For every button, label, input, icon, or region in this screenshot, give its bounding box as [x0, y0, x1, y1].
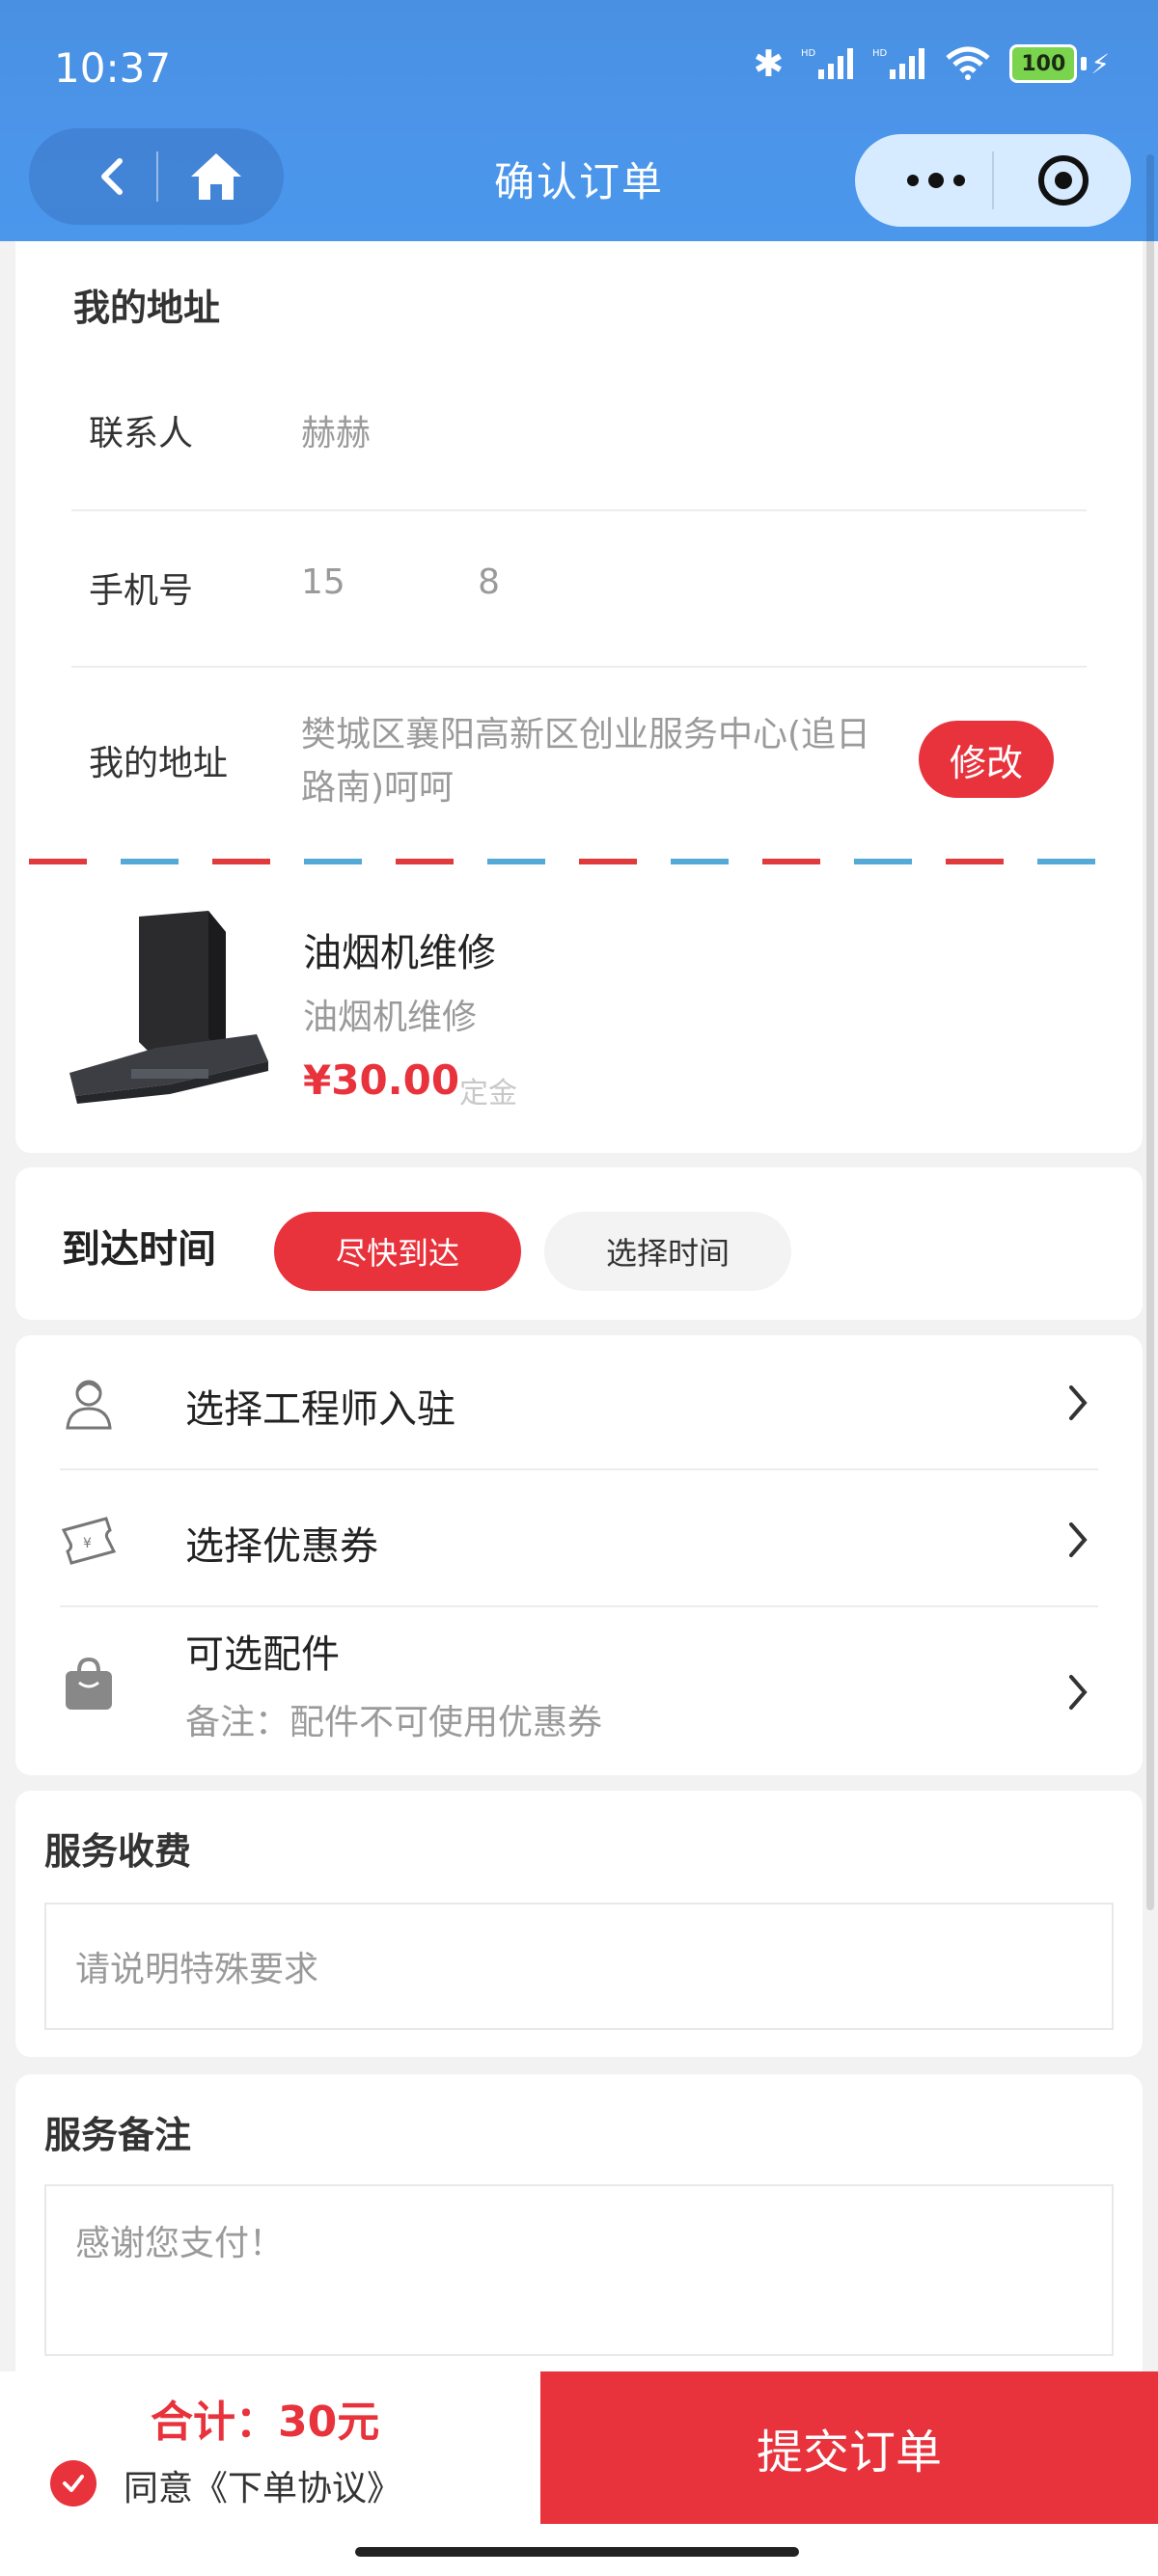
address-label: 我的地址	[89, 744, 229, 783]
address-value: 樊城区襄阳高新区创业服务中心(追日路南)呵呵	[301, 715, 871, 808]
product-name: 油烟机维修	[303, 931, 496, 975]
checkout-bar: 合计：30元 同意《下单协议》 提交订单	[0, 2371, 1158, 2576]
status-time: 10:37	[54, 44, 172, 92]
option-coupon-label: 选择优惠券	[185, 1524, 378, 1569]
header-bar: 10:37 ✱ HD HD 100 ⚡ 确认订单	[0, 0, 1158, 241]
chevron-right-icon	[1069, 1385, 1088, 1420]
option-engineer[interactable]: 选择工程师入驻	[15, 1335, 1143, 1470]
service-fee-title: 服务收费	[44, 1830, 192, 1873]
order-total: 合计：30元	[151, 2398, 380, 2447]
signal-icon: HD	[801, 48, 854, 79]
arrival-time-card: 到达时间 尽快到达 选择时间	[15, 1167, 1143, 1320]
arrival-time-label: 到达时间	[62, 1227, 216, 1272]
bluetooth-icon: ✱	[753, 42, 785, 85]
engineer-icon	[66, 1380, 112, 1430]
service-remark-title: 服务备注	[44, 2114, 192, 2156]
option-accessories[interactable]: 可选配件 备注：配件不可使用优惠券	[15, 1609, 1143, 1775]
submit-order-button[interactable]: 提交订单	[540, 2371, 1158, 2524]
contact-value: 赫赫	[301, 414, 372, 453]
phone-label: 手机号	[89, 571, 194, 611]
product-price: ¥30.00	[303, 1056, 460, 1104]
option-accessories-note: 备注：配件不可使用优惠券	[185, 1703, 603, 1742]
product-subtitle: 油烟机维修	[303, 998, 478, 1037]
address-section-title: 我的地址	[73, 287, 221, 329]
service-remark-card: 服务备注 感谢您支付！	[15, 2074, 1143, 2383]
svg-text:HD: HD	[872, 48, 888, 59]
option-accessories-label: 可选配件	[185, 1632, 340, 1677]
status-icons: ✱ HD HD 100 ⚡	[753, 44, 1110, 83]
option-engineer-label: 选择工程师入驻	[185, 1387, 455, 1432]
charging-icon: ⚡	[1090, 47, 1110, 80]
phone-value: 15 8	[301, 562, 501, 602]
contact-label: 联系人	[89, 414, 194, 453]
agreement-link[interactable]: 同意《下单协议》	[124, 2460, 401, 2510]
chevron-right-icon	[1069, 1675, 1088, 1710]
home-indicator	[355, 2547, 799, 2557]
special-request-input[interactable]: 请说明特殊要求	[44, 1903, 1114, 2030]
service-fee-card: 服务收费 请说明特殊要求	[15, 1791, 1143, 2057]
airmail-divider	[29, 859, 1129, 864]
scrollbar[interactable]	[1146, 154, 1154, 1910]
choose-time-button[interactable]: 选择时间	[544, 1212, 791, 1291]
signal-icon-2: HD	[872, 48, 925, 79]
address-card: 我的地址 联系人 赫赫 手机号 15 8 我的地址 樊城区襄阳高新区创业服务中心…	[15, 241, 1143, 1153]
svg-text:¥: ¥	[83, 1536, 92, 1551]
miniapp-capsule	[855, 134, 1131, 227]
battery-indicator: 100 ⚡	[1009, 44, 1110, 83]
svg-text:HD: HD	[801, 48, 816, 59]
options-card: 选择工程师入驻 ¥ 选择优惠券 可选配件 备注：配件不可使用优惠券	[15, 1335, 1143, 1775]
agree-checkbox[interactable]	[50, 2460, 96, 2507]
wifi-icon	[946, 46, 990, 80]
edit-address-button[interactable]: 修改	[919, 721, 1054, 798]
battery-level: 100	[1009, 44, 1078, 83]
asap-option-button[interactable]: 尽快到达	[274, 1212, 521, 1291]
bag-icon	[66, 1657, 112, 1710]
price-unit: 定金	[459, 1077, 517, 1110]
chevron-right-icon	[1069, 1522, 1088, 1557]
check-icon	[63, 2475, 84, 2492]
range-hood-image	[69, 911, 268, 1104]
remark-textarea[interactable]: 感谢您支付！	[44, 2184, 1114, 2356]
coupon-icon: ¥	[61, 1517, 117, 1565]
more-icon[interactable]	[897, 153, 975, 207]
close-target-icon[interactable]	[1038, 155, 1089, 206]
option-coupon[interactable]: ¥ 选择优惠券	[15, 1472, 1143, 1607]
